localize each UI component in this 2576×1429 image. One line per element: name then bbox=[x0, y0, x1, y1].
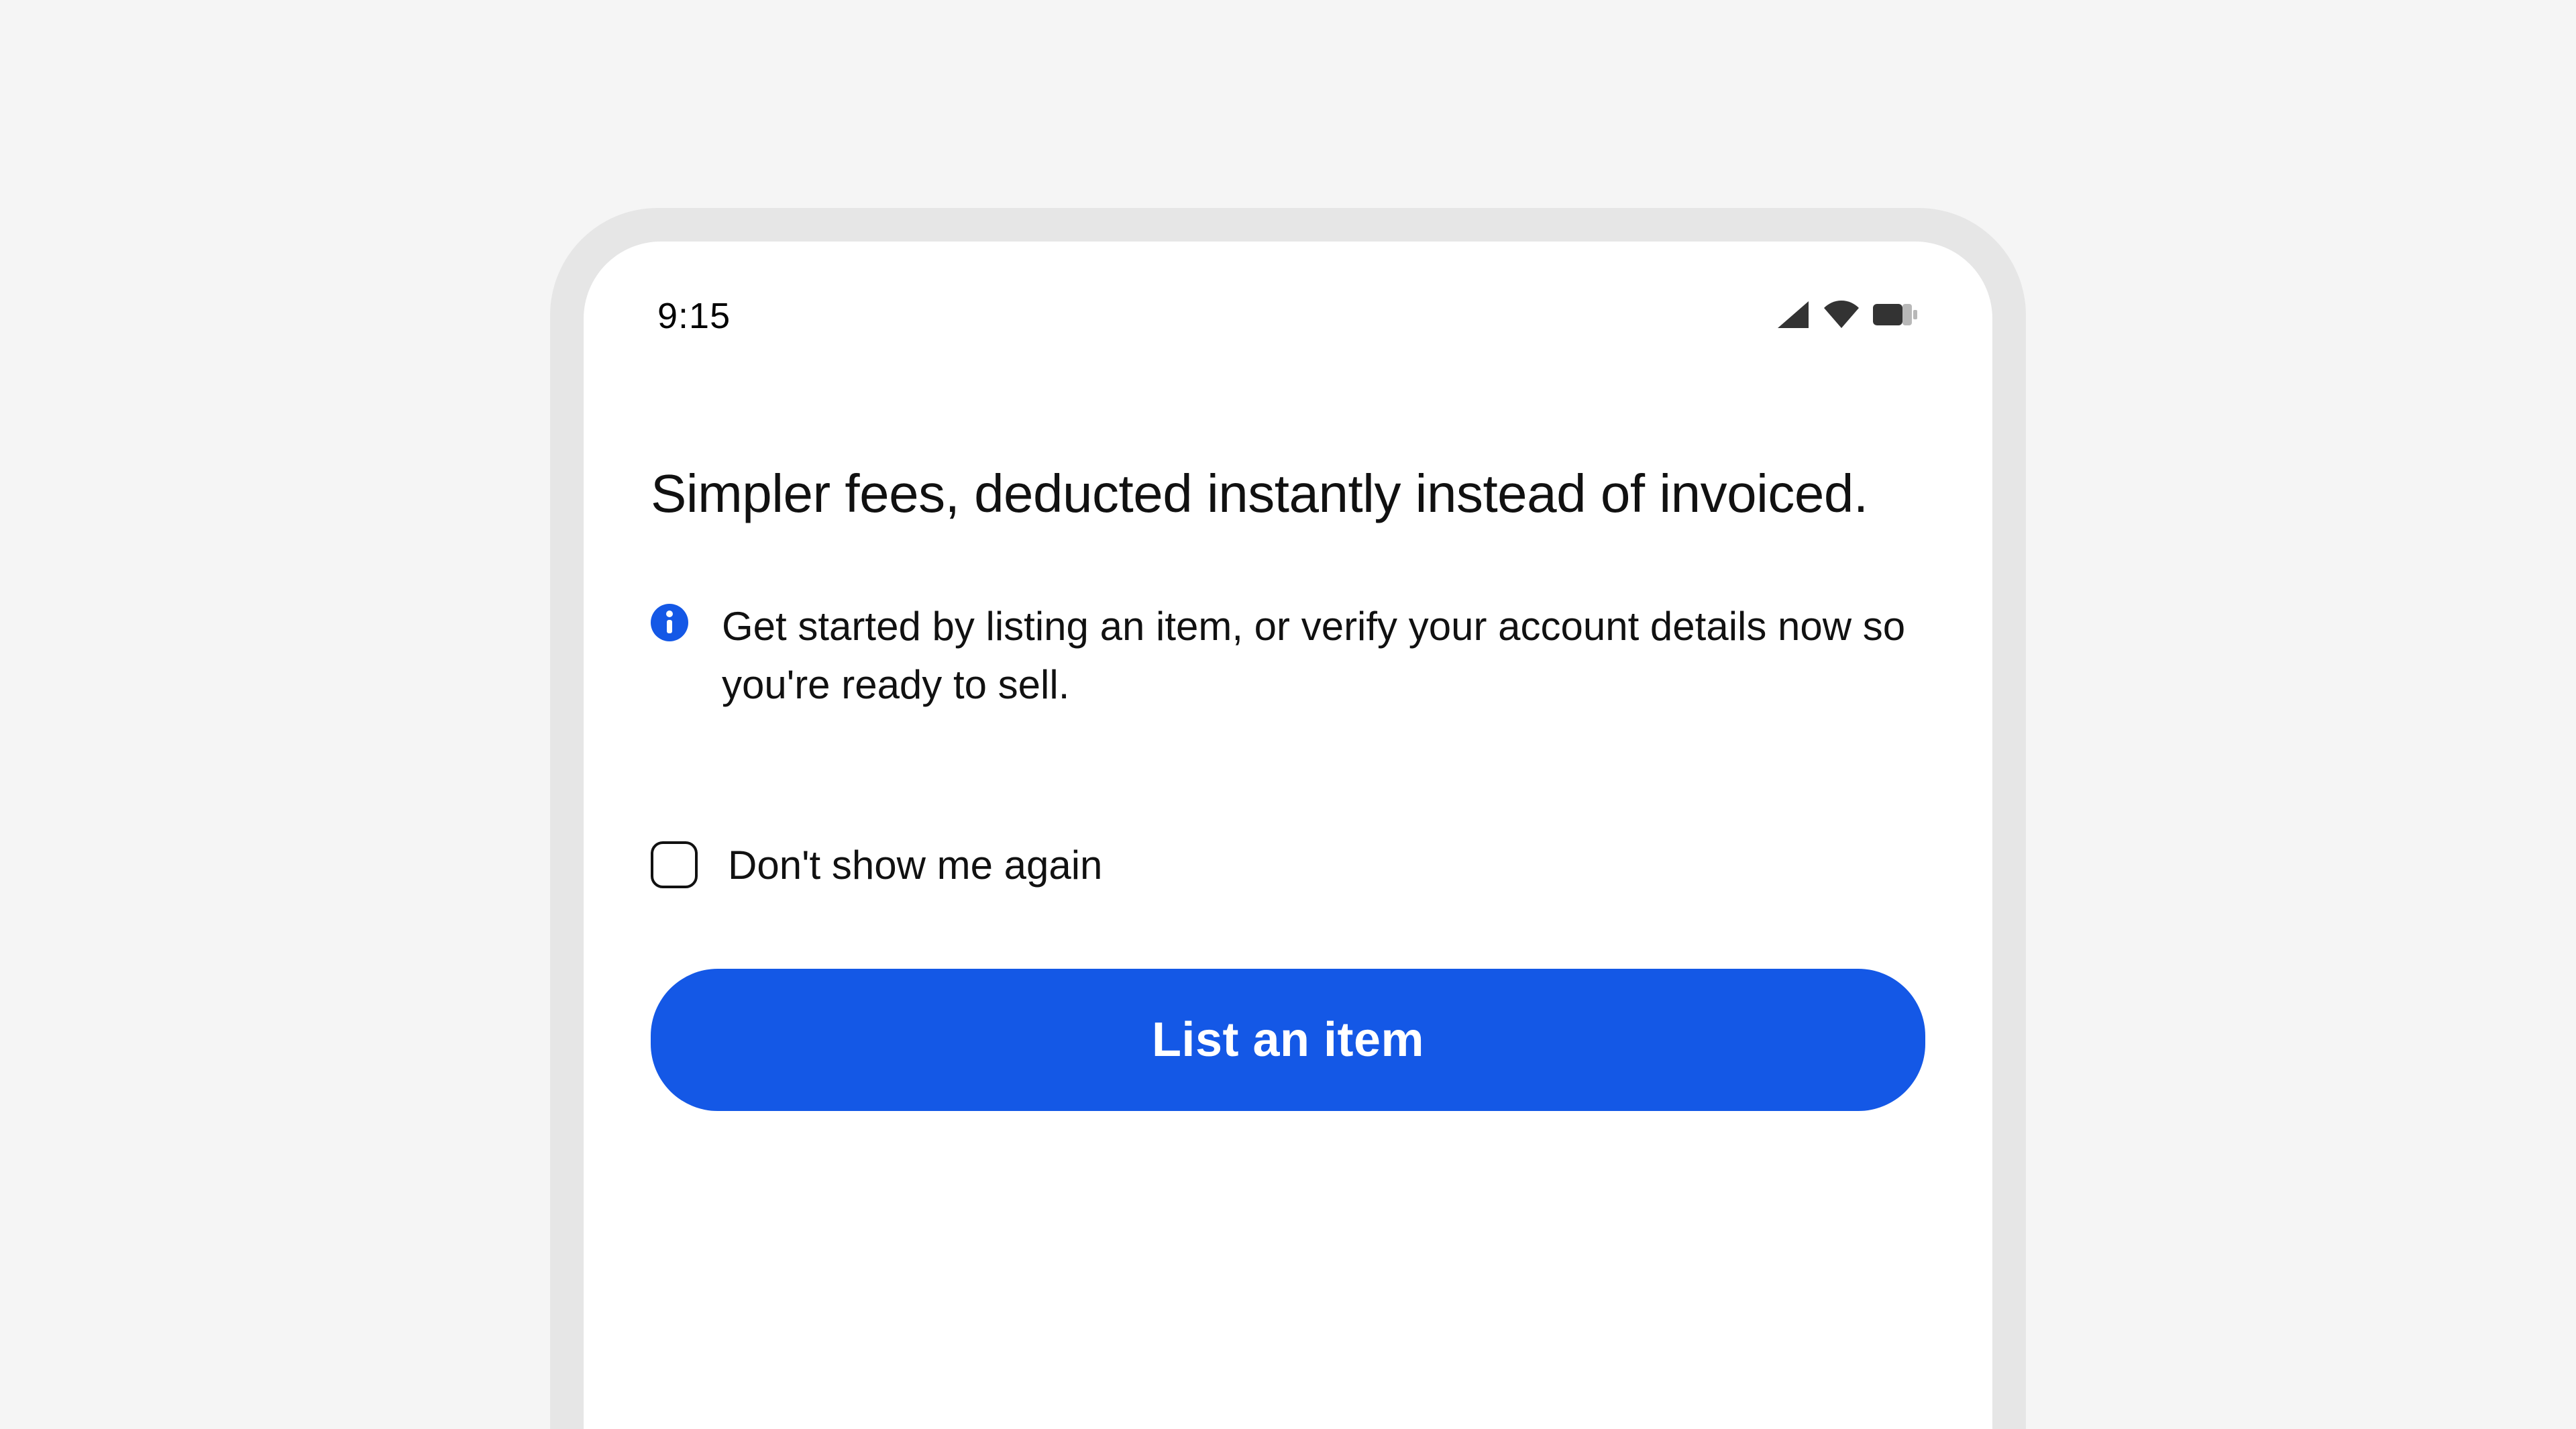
list-an-item-button[interactable]: List an item bbox=[651, 969, 1925, 1111]
dont-show-again-label[interactable]: Don't show me again bbox=[728, 842, 1102, 888]
info-text: Get started by listing an item, or verif… bbox=[722, 597, 1925, 714]
cellular-icon bbox=[1776, 300, 1810, 333]
screen: 9:15 bbox=[584, 242, 1992, 1429]
status-icons bbox=[1776, 300, 1919, 333]
wifi-icon bbox=[1822, 300, 1861, 333]
battery-icon bbox=[1873, 303, 1919, 330]
info-icon bbox=[651, 604, 688, 645]
dont-show-again-row[interactable]: Don't show me again bbox=[651, 841, 1925, 888]
device-frame: 9:15 bbox=[550, 208, 2026, 1429]
info-row: Get started by listing an item, or verif… bbox=[651, 597, 1925, 714]
dont-show-again-checkbox[interactable] bbox=[651, 841, 698, 888]
page-heading: Simpler fees, deducted instantly instead… bbox=[651, 458, 1925, 530]
status-bar: 9:15 bbox=[651, 295, 1925, 337]
status-time: 9:15 bbox=[657, 295, 731, 337]
